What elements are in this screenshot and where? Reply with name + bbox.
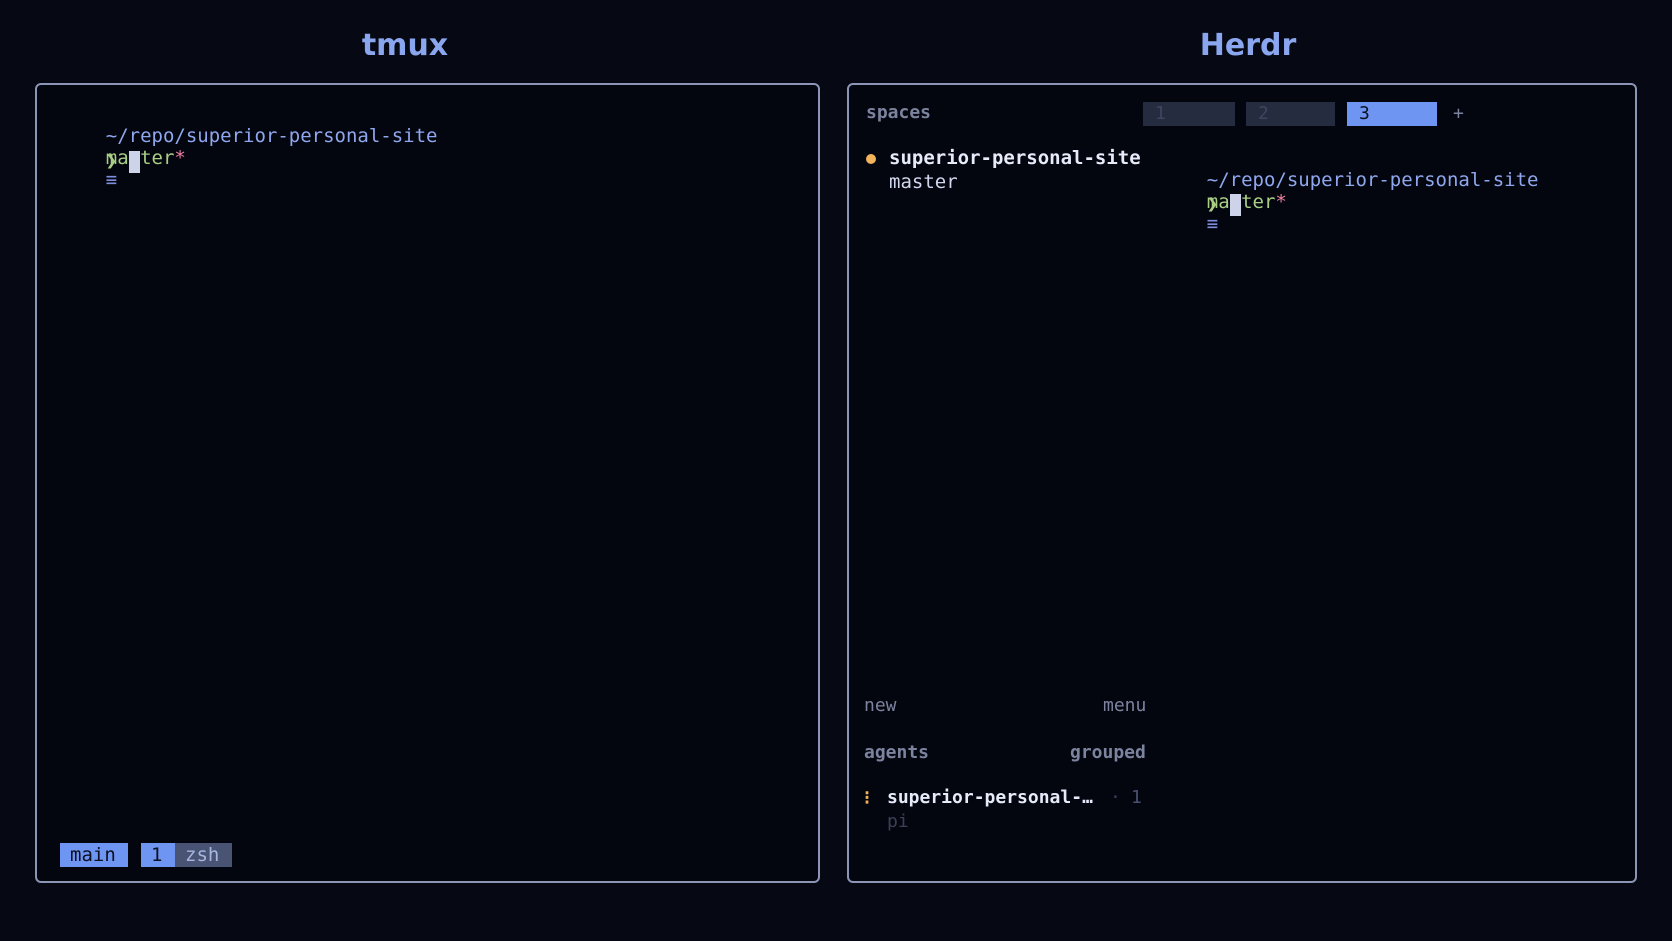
- tmux-input-line[interactable]: ❯: [60, 128, 140, 195]
- herdr-dirty-marker: *: [1275, 191, 1287, 213]
- herdr-heading: Herdr: [1199, 28, 1297, 63]
- space-branch: master: [889, 171, 958, 193]
- herdr-path: ~/repo/superior-personal-site: [1206, 169, 1539, 191]
- tmux-panel[interactable]: ~/repo/superior-personal-site master* ≡ …: [35, 83, 820, 883]
- tmux-window-index[interactable]: 1: [141, 843, 175, 867]
- menu-button[interactable]: menu: [1103, 695, 1146, 716]
- agent-sub: pi: [887, 811, 909, 832]
- herdr-prompt-icon: ❯: [1206, 193, 1219, 215]
- agent-separator: ·: [1110, 787, 1121, 808]
- tmux-session-badge[interactable]: main: [60, 843, 128, 867]
- grouped-toggle[interactable]: grouped: [1070, 742, 1146, 763]
- tmux-prompt-icon: ❯: [105, 150, 118, 172]
- space-tab-2[interactable]: 2: [1246, 102, 1335, 126]
- agent-busy-icon: ⁝: [864, 787, 871, 809]
- spaces-label: spaces: [866, 102, 932, 123]
- space-status-dot-icon: [866, 154, 876, 164]
- agent-name: superior-personal-…: [887, 787, 1093, 808]
- agent-count: 1: [1131, 787, 1142, 808]
- new-button[interactable]: new: [864, 695, 897, 716]
- tmux-path: ~/repo/superior-personal-site: [105, 125, 438, 147]
- add-space-button[interactable]: +: [1453, 102, 1464, 126]
- space-name: superior-personal-site: [889, 147, 1141, 169]
- tmux-dirty-marker: *: [174, 147, 186, 169]
- tmux-cursor: [128, 150, 140, 173]
- tmux-heading: tmux: [361, 28, 449, 63]
- herdr-input-line[interactable]: ❯: [1161, 171, 1241, 238]
- herdr-cursor: [1229, 193, 1241, 216]
- space-tab-3[interactable]: 3: [1347, 102, 1437, 126]
- tmux-window-name[interactable]: zsh: [175, 843, 232, 867]
- space-tab-1[interactable]: 1: [1143, 102, 1235, 126]
- herdr-panel[interactable]: spaces 1 2 3 + superior-personal-site ma…: [847, 83, 1637, 883]
- agents-label: agents: [864, 742, 930, 763]
